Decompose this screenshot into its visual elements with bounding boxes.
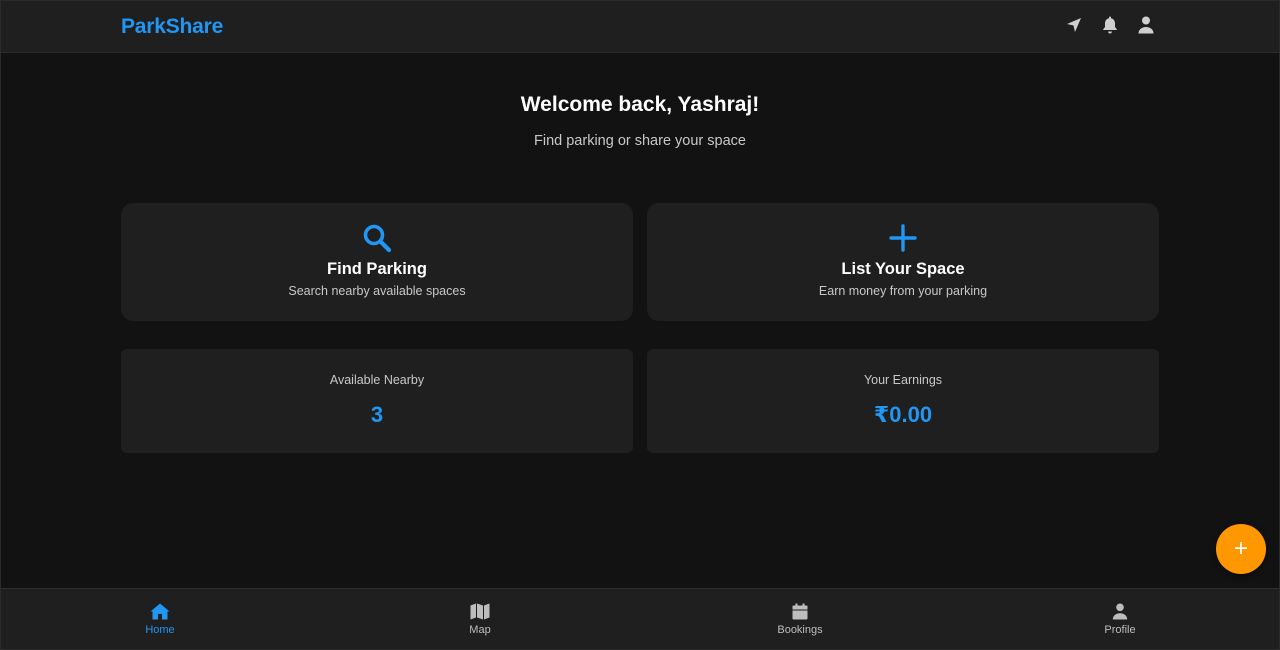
brand-logo[interactable]: ParkShare [121, 15, 223, 39]
search-icon [121, 223, 633, 253]
home-icon [150, 603, 170, 620]
earnings-value: ₹0.00 [873, 402, 933, 427]
bell-icon[interactable] [1101, 15, 1119, 35]
welcome-section: Welcome back, Yashraj! Find parking or s… [1, 93, 1279, 149]
find-parking-title: Find Parking [327, 260, 427, 278]
user-icon [1112, 603, 1128, 620]
nav-item-home[interactable]: Home [100, 603, 220, 636]
list-space-title: List Your Space [841, 260, 965, 278]
top-app-bar: ParkShare [1, 1, 1279, 53]
nav-item-profile[interactable]: Profile [1060, 603, 1180, 636]
find-parking-subtitle: Search nearby available spaces [288, 284, 466, 298]
nav-label-home: Home [145, 624, 175, 636]
nav-label-profile: Profile [1104, 624, 1136, 636]
nav-label-map: Map [469, 624, 491, 636]
find-parking-card[interactable]: Find Parking Search nearby available spa… [121, 203, 633, 321]
top-bar-actions [1065, 15, 1155, 35]
welcome-subtitle: Find parking or share your space [534, 133, 746, 149]
add-fab-button[interactable]: + [1216, 524, 1266, 574]
nav-label-bookings: Bookings [777, 624, 823, 636]
plus-icon [647, 223, 1159, 253]
location-arrow-icon[interactable] [1065, 15, 1083, 35]
available-nearby-value: 3 [370, 402, 384, 427]
bottom-navigation: Home Map Bookings Profile [1, 588, 1279, 649]
nav-item-map[interactable]: Map [420, 603, 540, 636]
app-window: ParkShare Welcome back, Yashraj! Find pa… [0, 0, 1280, 650]
user-icon[interactable] [1137, 15, 1155, 35]
available-nearby-card: Available Nearby 3 [121, 349, 633, 453]
earnings-card: Your Earnings ₹0.00 [647, 349, 1159, 453]
calendar-icon [792, 603, 808, 620]
list-space-card[interactable]: List Your Space Earn money from your par… [647, 203, 1159, 321]
nav-item-bookings[interactable]: Bookings [740, 603, 860, 636]
list-space-subtitle: Earn money from your parking [818, 284, 988, 298]
earnings-label: Your Earnings [863, 373, 943, 387]
welcome-title: Welcome back, Yashraj! [520, 93, 760, 116]
plus-icon: + [1233, 535, 1248, 562]
available-nearby-label: Available Nearby [329, 373, 425, 387]
map-icon [470, 603, 490, 620]
